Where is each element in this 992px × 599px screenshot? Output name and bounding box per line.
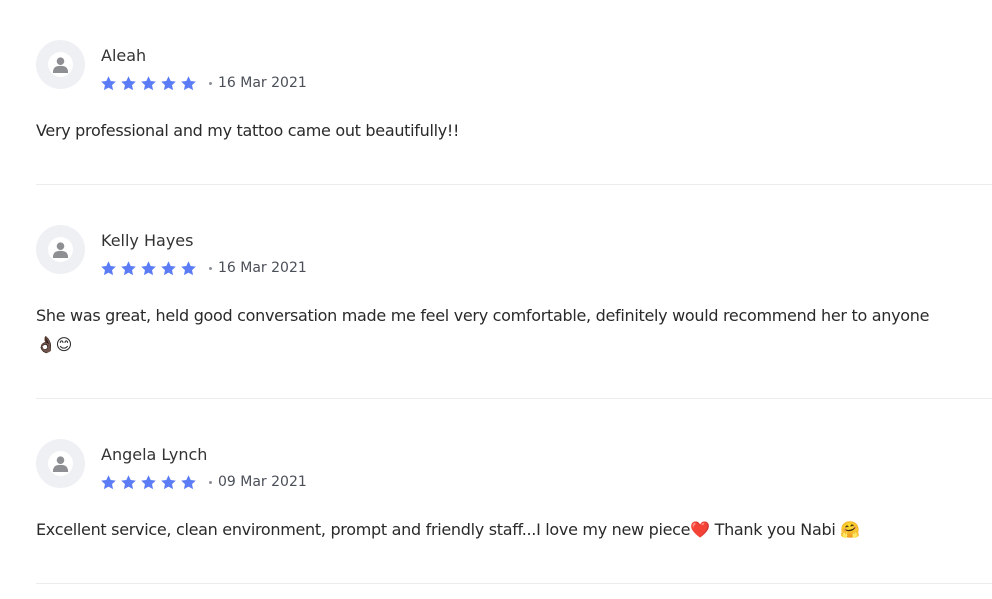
star-icon: [181, 75, 196, 90]
star-rating: [100, 474, 197, 491]
star-icon: [121, 474, 136, 489]
star-icon: [101, 260, 116, 275]
review-text: Excellent service, clean environment, pr…: [36, 515, 936, 544]
separator-dot: [209, 266, 212, 270]
review-text: She was great, held good conversation ma…: [36, 301, 936, 359]
user-icon: [52, 57, 69, 74]
rating-row: 16 Mar 2021: [100, 73, 307, 93]
star-icon: [161, 75, 176, 90]
review-date: 16 Mar 2021: [218, 260, 307, 276]
review-date: 09 Mar 2021: [218, 474, 307, 490]
rating-row: 09 Mar 2021: [100, 472, 307, 492]
star-icon: [101, 75, 116, 90]
separator-dot: [209, 81, 212, 85]
reviews-list: Aleah 16 Mar 2021 Very professional and …: [0, 0, 992, 599]
review-body: She was great, held good conversation ma…: [36, 306, 930, 325]
user-icon: [52, 456, 69, 473]
review-date: 16 Mar 2021: [218, 75, 307, 91]
separator-dot: [209, 480, 212, 484]
star-rating: [100, 260, 197, 277]
divider: [36, 583, 992, 584]
divider: [36, 184, 992, 185]
star-icon: [181, 260, 196, 275]
avatar: [36, 439, 85, 488]
star-icon: [141, 474, 156, 489]
rating-row: 16 Mar 2021: [100, 258, 307, 278]
star-icon: [141, 75, 156, 90]
avatar: [36, 225, 85, 274]
star-icon: [181, 474, 196, 489]
review-body: Very professional and my tattoo came out…: [36, 121, 460, 140]
review-body: Excellent service, clean environment, pr…: [36, 520, 860, 539]
reviewer-name: Kelly Hayes: [101, 231, 194, 250]
review-emoji: 👌🏿😊: [36, 335, 73, 354]
star-icon: [121, 75, 136, 90]
star-icon: [161, 474, 176, 489]
reviewer-name: Angela Lynch: [101, 445, 208, 464]
reviewer-name: Aleah: [101, 46, 147, 65]
star-icon: [121, 260, 136, 275]
review-text: Very professional and my tattoo came out…: [36, 116, 936, 145]
star-icon: [161, 260, 176, 275]
star-rating: [100, 75, 197, 92]
divider: [36, 398, 992, 399]
user-icon: [52, 242, 69, 259]
star-icon: [101, 474, 116, 489]
avatar: [36, 40, 85, 89]
star-icon: [141, 260, 156, 275]
